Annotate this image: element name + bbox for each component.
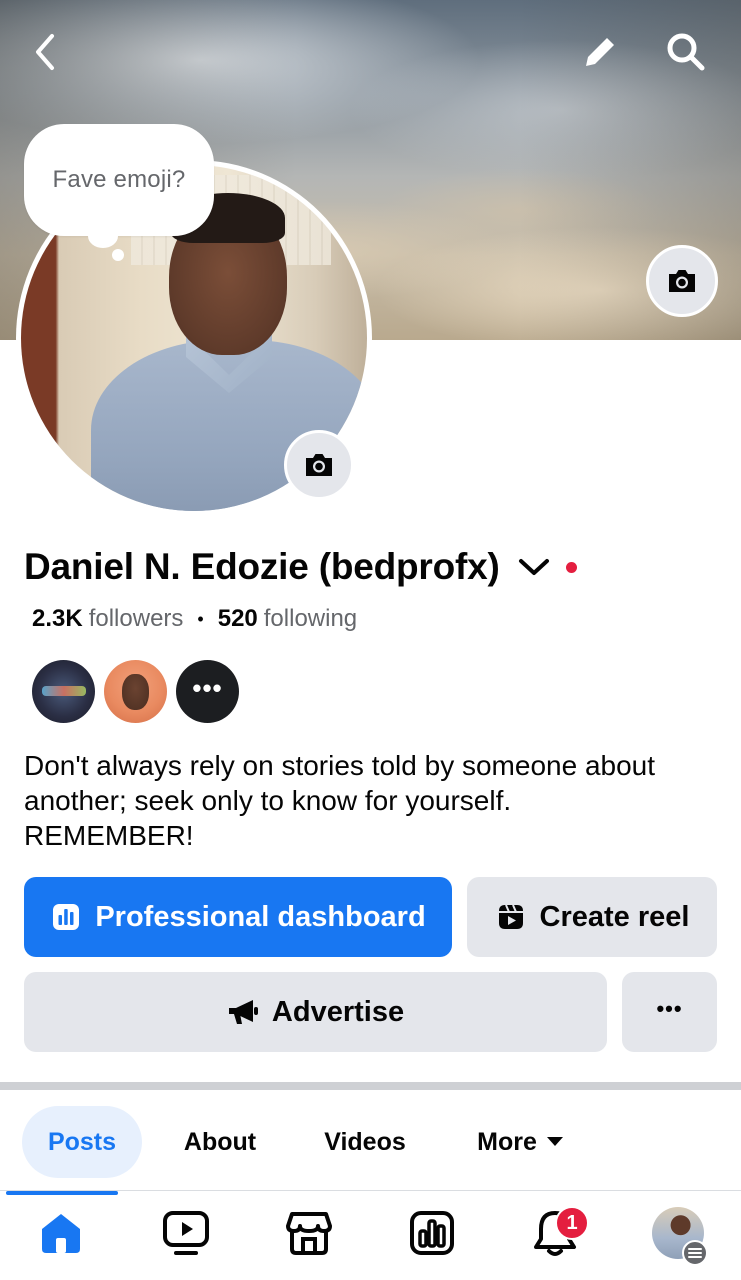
professional-dashboard-label: Professional dashboard	[95, 900, 426, 933]
create-reel-button[interactable]: Create reel	[467, 877, 717, 957]
bio-line: another; seek only to know for yourself.	[24, 785, 512, 816]
marketplace-icon	[286, 1212, 332, 1255]
search-icon	[667, 33, 705, 71]
chevron-down-icon	[518, 559, 549, 575]
following-label[interactable]: following	[264, 605, 357, 633]
dashboard-icon	[50, 901, 82, 933]
profile-bio: Don't always rely on stories told by som…	[24, 748, 724, 853]
account-switch-button[interactable]	[516, 549, 552, 585]
followers-label[interactable]: followers	[89, 605, 184, 633]
camera-icon	[669, 270, 695, 292]
video-icon	[163, 1211, 209, 1255]
bio-line: Don't always rely on stories told by som…	[24, 750, 656, 781]
tab-more[interactable]: More	[465, 1106, 575, 1178]
tab-label: More	[477, 1127, 537, 1156]
note-bubble-tail	[88, 224, 118, 248]
nav-video[interactable]	[158, 1205, 214, 1261]
notification-dot	[565, 561, 577, 573]
more-options-button[interactable]: •••	[622, 972, 717, 1052]
back-button[interactable]	[22, 28, 70, 76]
profile-camera-button[interactable]	[284, 430, 354, 500]
camera-icon	[306, 454, 332, 476]
note-text: Fave emoji?	[52, 166, 186, 193]
nav-marketplace[interactable]	[281, 1205, 337, 1261]
following-count[interactable]: 520	[218, 605, 258, 633]
active-tab-indicator	[6, 1191, 118, 1195]
cover-camera-button[interactable]	[646, 245, 718, 317]
follow-stats: 2.3K followers • 520 following	[32, 603, 357, 635]
menu-icon	[682, 1240, 708, 1266]
create-reel-label: Create reel	[539, 900, 690, 933]
highlight-item[interactable]	[104, 660, 167, 723]
stats-separator: •	[197, 608, 204, 629]
chevron-left-icon	[36, 34, 54, 70]
note-bubble-tail-small	[112, 249, 124, 261]
home-icon	[42, 1214, 80, 1253]
advertise-button[interactable]: Advertise	[24, 972, 607, 1052]
advertise-label: Advertise	[271, 995, 405, 1028]
tab-label: Posts	[47, 1127, 117, 1156]
tab-posts[interactable]: Posts	[22, 1106, 142, 1178]
highlight-item[interactable]	[32, 660, 95, 723]
tab-label: Videos	[324, 1127, 406, 1156]
more-dots-icon: •••	[656, 996, 683, 1021]
highlights-more-button[interactable]: •••	[176, 660, 239, 723]
featured-highlights: •••	[32, 660, 239, 723]
reel-icon	[495, 901, 527, 933]
bottom-navigation	[0, 1190, 741, 1280]
edit-profile-button[interactable]	[576, 28, 624, 76]
caret-down-icon	[546, 1134, 563, 1150]
more-dots-icon: •••	[192, 672, 223, 703]
section-divider	[0, 1082, 741, 1090]
megaphone-icon	[227, 996, 259, 1028]
tab-videos[interactable]: Videos	[315, 1106, 415, 1178]
note-bubble[interactable]: Fave emoji?	[24, 124, 214, 236]
profile-name-row: Daniel N. Edozie (bedprofx)	[24, 542, 577, 592]
bio-line: REMEMBER!	[24, 820, 194, 851]
dashboard-icon	[410, 1211, 454, 1255]
nav-dashboard[interactable]	[404, 1205, 460, 1261]
followers-count[interactable]: 2.3K	[32, 605, 83, 633]
tab-label: About	[183, 1127, 257, 1156]
search-button[interactable]	[662, 28, 710, 76]
tab-about[interactable]: About	[172, 1106, 268, 1178]
professional-dashboard-button[interactable]: Professional dashboard	[24, 877, 452, 957]
pencil-icon	[586, 38, 614, 66]
nav-home[interactable]	[33, 1205, 89, 1261]
profile-tabs: Posts About Videos More	[0, 1106, 741, 1178]
notification-badge: 1	[555, 1206, 589, 1240]
profile-name: Daniel N. Edozie (bedprofx)	[24, 546, 500, 587]
